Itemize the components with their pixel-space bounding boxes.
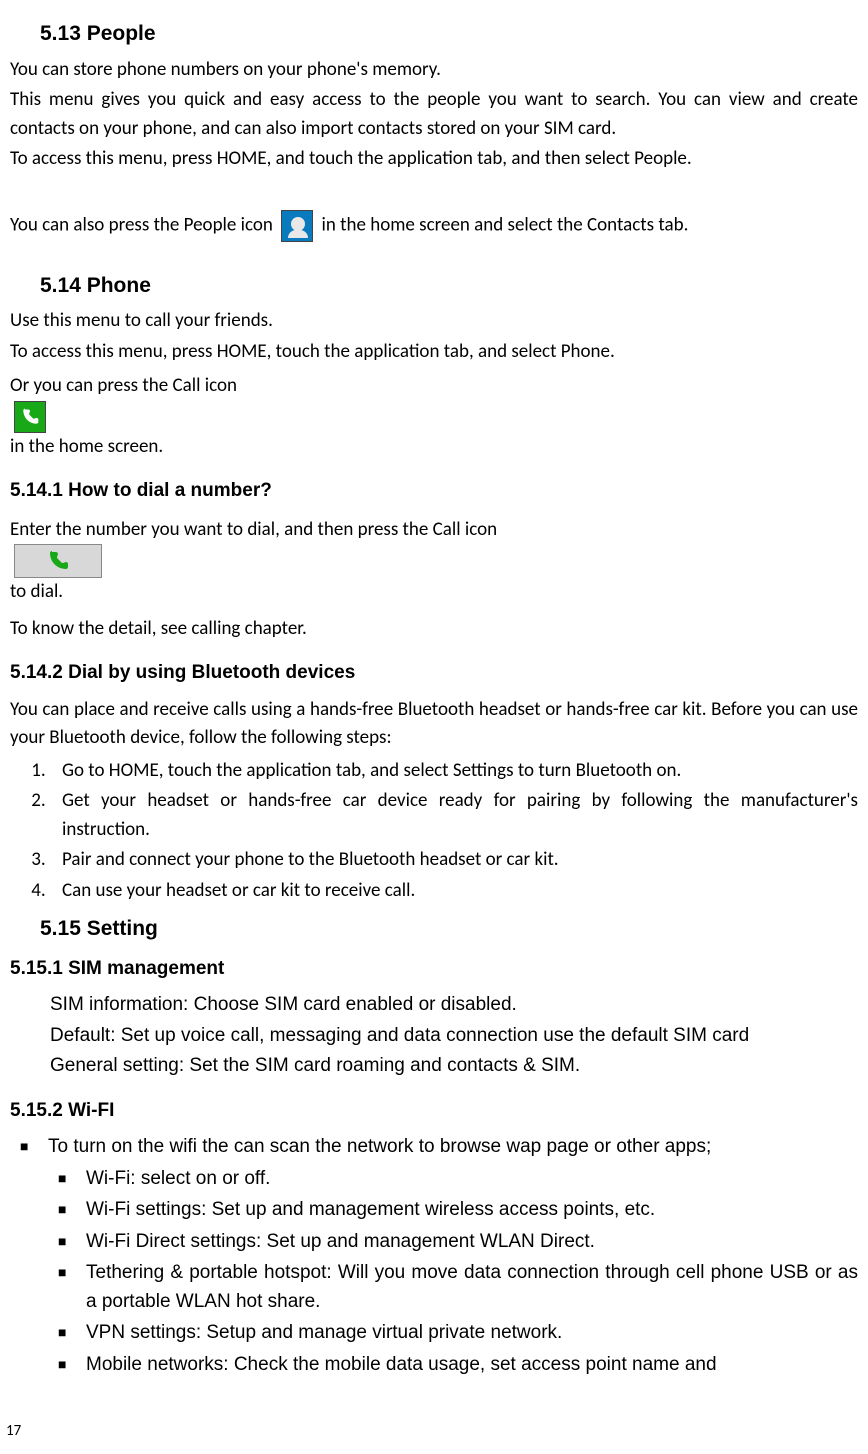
body-text: To know the detail, see calling chapter. (10, 615, 858, 644)
text-fragment: to dial. (10, 580, 63, 603)
body-text: Use this menu to call your friends. (10, 307, 858, 336)
page-number: 17 (6, 1420, 21, 1443)
ordered-list-bluetooth: Go to HOME, touch the application tab, a… (10, 757, 858, 906)
text-fragment: in the home screen. (10, 435, 163, 458)
text-fragment: You can also press the People icon (10, 213, 277, 236)
list-item: Wi-Fi: select on or off. (48, 1165, 858, 1194)
sim-block: SIM information: Choose SIM card enabled… (50, 991, 858, 1081)
heading-phone: 5.14 Phone (40, 270, 858, 302)
heading-wifi: 5.15.2 Wi-FI (10, 1097, 858, 1126)
list-item: Get your headset or hands-free car devic… (50, 787, 858, 844)
heading-bluetooth: 5.14.2 Dial by using Bluetooth devices (10, 659, 858, 688)
list-item: VPN settings: Setup and manage virtual p… (48, 1319, 858, 1348)
wifi-inner-list: Wi-Fi: select on or off. Wi-Fi settings:… (48, 1165, 858, 1380)
list-item: Mobile networks: Check the mobile data u… (48, 1351, 858, 1380)
heading-sim: 5.15.1 SIM management (10, 955, 858, 984)
call-button-icon (14, 544, 102, 578)
text-fragment: To turn on the wifi the can scan the net… (48, 1136, 711, 1157)
heading-setting: 5.15 Setting (40, 913, 858, 945)
body-text: You can store phone numbers on your phon… (10, 56, 858, 85)
body-text: To access this menu, press HOME, and tou… (10, 145, 858, 174)
body-text-with-icon: Or you can press the Call icon in the ho… (10, 372, 858, 461)
list-item: Pair and connect your phone to the Bluet… (50, 846, 858, 875)
body-text: This menu gives you quick and easy acces… (10, 86, 858, 143)
text-fragment: Enter the number you want to dial, and t… (10, 518, 497, 541)
wifi-outer-list: To turn on the wifi the can scan the net… (10, 1133, 858, 1379)
list-item: Tethering & portable hotspot: Will you m… (48, 1259, 858, 1316)
heading-dial-number: 5.14.1 How to dial a number? (10, 477, 858, 506)
heading-people: 5.13 People (40, 18, 858, 50)
list-item: Can use your headset or car kit to recei… (50, 877, 858, 906)
body-text-with-icon: You can also press the People icon in th… (10, 210, 858, 242)
phone-icon (14, 401, 46, 433)
body-text: Default: Set up voice call, messaging an… (50, 1022, 858, 1051)
body-text: To access this menu, press HOME, touch t… (10, 338, 858, 367)
body-text: SIM information: Choose SIM card enabled… (50, 991, 858, 1020)
list-item: Wi-Fi Direct settings: Set up and manage… (48, 1228, 858, 1257)
list-item: Wi-Fi settings: Set up and management wi… (48, 1196, 858, 1225)
text-fragment: in the home screen and select the Contac… (322, 213, 689, 236)
list-item: Go to HOME, touch the application tab, a… (50, 757, 858, 786)
text-fragment: Or you can press the Call icon (10, 374, 237, 397)
body-text: General setting: Set the SIM card roamin… (50, 1052, 858, 1081)
people-icon (281, 210, 313, 242)
body-text: You can place and receive calls using a … (10, 696, 858, 753)
list-item: To turn on the wifi the can scan the net… (10, 1133, 858, 1379)
body-text-with-icon: Enter the number you want to dial, and t… (10, 516, 858, 607)
